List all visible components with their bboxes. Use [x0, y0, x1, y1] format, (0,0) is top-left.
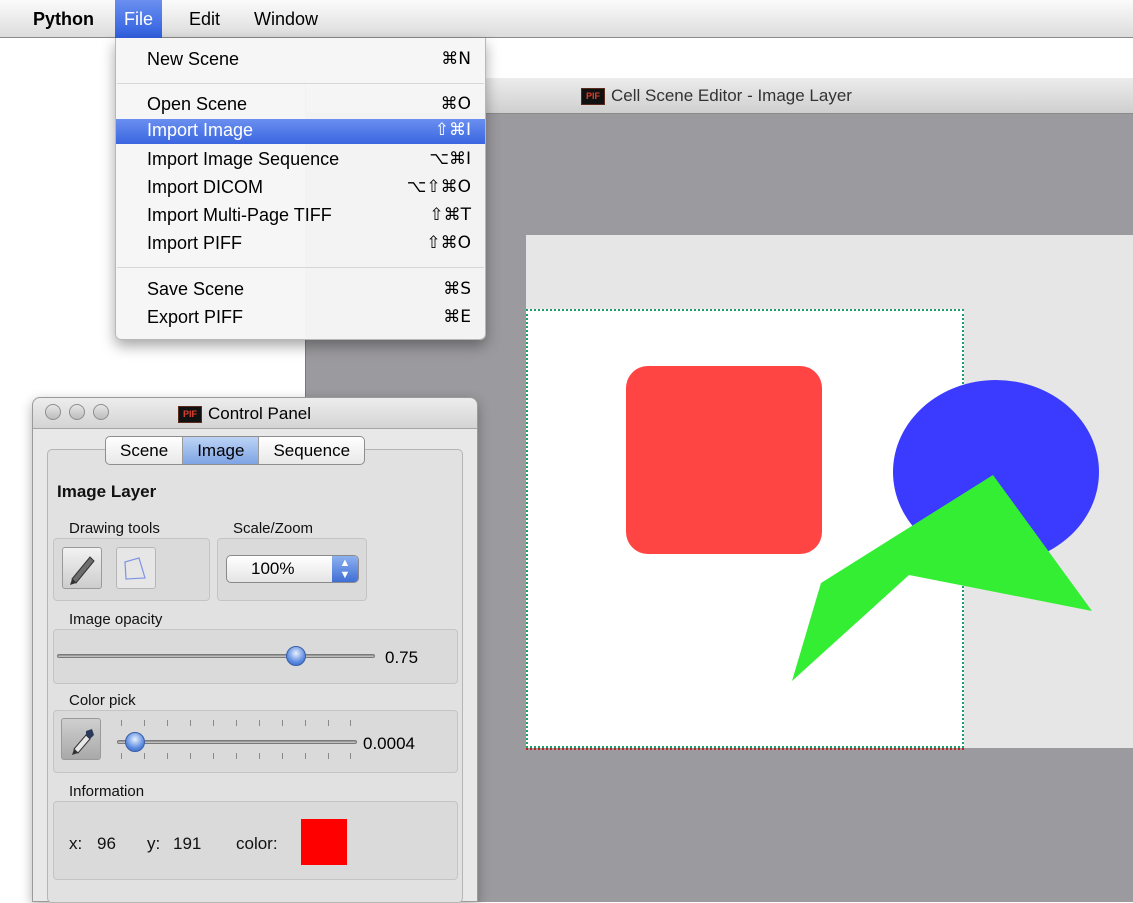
scale-zoom-label: Scale/Zoom — [233, 520, 314, 537]
tab-image[interactable]: Image — [183, 437, 260, 464]
control-panel-title-bar[interactable]: PIF Control Panel — [33, 398, 477, 429]
menu-item-open-scene[interactable]: Open Scene ⌘O — [116, 93, 485, 118]
menu-item-import-multipage-tiff[interactable]: Import Multi-Page TIFF ⇧⌘T — [116, 204, 485, 229]
select-stepper-icon: ▲ ▼ — [332, 556, 358, 582]
menu-separator — [117, 83, 484, 84]
opacity-slider-knob[interactable] — [285, 646, 306, 666]
menu-item-import-image-sequence[interactable]: Import Image Sequence ⌥⌘I — [116, 148, 485, 173]
menu-item-save-scene[interactable]: Save Scene ⌘S — [116, 278, 485, 303]
color-pick-ticks-top — [121, 720, 351, 726]
pencil-icon — [70, 556, 95, 585]
drawing-tools-group — [53, 538, 210, 601]
control-panel-window: PIF Control Panel Scene Image Sequence Im… — [32, 397, 478, 903]
minimize-window-button[interactable] — [69, 404, 85, 420]
menu-item-import-image[interactable]: Import Image ⇧⌘I — [116, 119, 485, 144]
control-panel-title-label: Control Panel — [208, 404, 312, 423]
eyedropper-button[interactable] — [61, 718, 101, 760]
polygon-lasso-icon — [124, 557, 146, 580]
color-pick-ticks-bottom — [121, 753, 351, 759]
color-pick-slider-track[interactable] — [117, 740, 357, 744]
control-panel-title: PIF Control Panel — [178, 404, 311, 424]
drawing-tools-label: Drawing tools — [69, 520, 160, 537]
menu-item-import-piff[interactable]: Import PIFF ⇧⌘O — [116, 232, 485, 257]
menu-item-export-piff[interactable]: Export PIFF ⌘E — [116, 306, 485, 331]
tab-scene[interactable]: Scene — [106, 437, 184, 464]
canvas-shapes[interactable] — [526, 235, 1133, 748]
polygon-tool-button[interactable] — [116, 547, 156, 589]
info-color-label: color: — [236, 834, 278, 853]
menu-item-new-scene[interactable]: New Scene ⌘N — [116, 48, 485, 73]
color-pick-value: 0.0004 — [363, 734, 415, 753]
menu-edit[interactable]: Edit — [180, 0, 229, 38]
tab-bar: Scene Image Sequence — [105, 436, 366, 465]
tab-sequence[interactable]: Sequence — [259, 437, 364, 464]
zoom-window-button[interactable] — [93, 404, 109, 420]
info-y-value: 191 — [173, 834, 202, 853]
info-x-value: 96 — [97, 834, 116, 853]
pif-logo-icon: PIF — [178, 406, 202, 424]
close-window-button[interactable] — [45, 404, 61, 420]
pif-logo-icon: PIF — [581, 88, 605, 106]
information-label: Information — [69, 783, 145, 800]
zoom-select[interactable]: 100% ▲ ▼ — [226, 555, 359, 583]
info-color-swatch — [301, 819, 347, 865]
menu-item-import-dicom[interactable]: Import DICOM ⌥⇧⌘O — [116, 176, 485, 201]
file-menu-dropdown: New Scene ⌘N Open Scene ⌘O Import Image ⇧⌘I… — [115, 38, 486, 340]
editor-title-label: Cell Scene Editor - Image Layer — [611, 86, 852, 105]
pencil-tool-button[interactable] — [62, 547, 102, 589]
info-x-label: x: — [69, 834, 83, 853]
red-rounded-square[interactable] — [626, 366, 822, 554]
zoom-select-value: 100% — [251, 559, 295, 578]
info-y-label: y: — [147, 834, 161, 853]
menu-window[interactable]: Window — [245, 0, 327, 38]
menu-python[interactable]: Python — [24, 0, 103, 38]
image-layer-heading: Image Layer — [57, 482, 157, 501]
menu-file[interactable]: File — [115, 0, 163, 38]
opacity-value: 0.75 — [385, 648, 419, 667]
color-pick-slider-knob[interactable] — [125, 732, 145, 752]
image-opacity-label: Image opacity — [69, 611, 163, 628]
color-pick-label: Color pick — [69, 692, 136, 709]
eyedropper-icon — [72, 729, 94, 755]
menu-separator — [117, 267, 484, 268]
menu-bar: Python File Edit Window — [0, 0, 1133, 38]
opacity-slider-track[interactable] — [57, 654, 375, 658]
editor-title: PIF Cell Scene Editor - Image Layer — [581, 86, 852, 106]
